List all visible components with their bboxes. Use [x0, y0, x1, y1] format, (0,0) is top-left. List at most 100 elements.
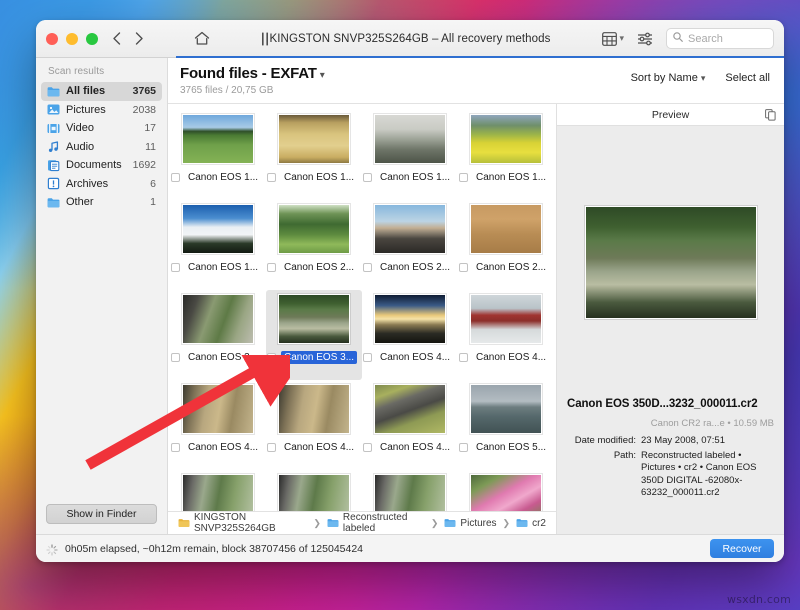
file-cell[interactable]: Canon EOS 4... — [170, 380, 266, 470]
grid-view-icon[interactable]: ▾ — [602, 32, 624, 46]
file-cell[interactable]: Canon EOS 2... — [266, 200, 362, 290]
file-cell[interactable]: Canon EOS 1... — [266, 110, 362, 200]
file-name: Canon EOS 4... — [185, 441, 261, 454]
breadcrumb-item[interactable]: Reconstructed labeled — [327, 512, 425, 534]
chevron-left-icon[interactable] — [112, 32, 121, 45]
sidebar-item-archives[interactable]: Archives6 — [41, 175, 162, 194]
file-cell[interactable]: Canon EOS 1... — [362, 110, 458, 200]
app-window: KINGSTON SNVP325S264GB – All recovery me… — [36, 20, 784, 562]
file-cell[interactable]: Canon EOS 4... — [362, 290, 458, 380]
chevron-down-icon: ▾ — [320, 70, 325, 81]
sidebar-item-video[interactable]: Video17 — [41, 119, 162, 138]
file-checkbox[interactable] — [459, 173, 468, 182]
breadcrumb-item[interactable]: Pictures — [444, 518, 496, 529]
close-button[interactable] — [46, 33, 58, 45]
file-cell[interactable]: Canon EOS 3... — [266, 290, 362, 380]
sidebar: Scan results All files3765Pictures2038Vi… — [36, 58, 168, 534]
sidebar-item-label: Other — [66, 196, 144, 208]
file-thumbnail[interactable] — [182, 294, 254, 344]
preview-file-name: Canon EOS 350D...3232_000011.cr2 — [557, 398, 784, 418]
file-cell[interactable]: Canon EOS 1... — [170, 200, 266, 290]
file-thumbnail[interactable] — [374, 294, 446, 344]
file-cell[interactable] — [266, 470, 362, 511]
page-title[interactable]: Found files - EXFAT▾ — [180, 65, 631, 82]
file-checkbox[interactable] — [267, 353, 276, 362]
file-caption: Canon EOS 4... — [362, 441, 458, 454]
file-cell[interactable]: Canon EOS 4... — [266, 380, 362, 470]
sidebar-item-pictures[interactable]: Pictures2038 — [41, 101, 162, 120]
file-cell[interactable]: Canon EOS 5... — [458, 380, 554, 470]
file-caption: Canon EOS 1... — [458, 171, 554, 184]
zoom-button[interactable] — [86, 33, 98, 45]
file-thumbnail[interactable] — [470, 384, 542, 434]
file-thumbnail[interactable] — [182, 384, 254, 434]
show-in-finder-button[interactable]: Show in Finder — [46, 504, 157, 524]
file-thumbnail[interactable] — [470, 204, 542, 254]
file-caption: Canon EOS 2... — [458, 261, 554, 274]
folder-icon — [516, 518, 528, 528]
file-checkbox[interactable] — [459, 263, 468, 272]
minimize-button[interactable] — [66, 33, 78, 45]
file-checkbox[interactable] — [363, 353, 372, 362]
file-checkbox[interactable] — [363, 173, 372, 182]
file-thumbnail[interactable] — [374, 474, 446, 511]
pause-icon[interactable] — [260, 32, 270, 46]
chevron-down-icon: ▾ — [619, 33, 624, 44]
file-thumbnail[interactable] — [374, 384, 446, 434]
file-checkbox[interactable] — [267, 443, 276, 452]
file-thumbnail[interactable] — [374, 114, 446, 164]
preview-path-value: Reconstructed labeled • Pictures • cr2 •… — [641, 450, 774, 500]
file-checkbox[interactable] — [171, 173, 180, 182]
copy-icon[interactable] — [765, 109, 776, 124]
file-name: Canon EOS 2... — [281, 261, 357, 274]
file-thumbnail[interactable] — [470, 294, 542, 344]
sidebar-item-all-files[interactable]: All files3765 — [41, 82, 162, 101]
file-cell[interactable]: Canon EOS 2... — [458, 200, 554, 290]
select-all-button[interactable]: Select all — [725, 72, 770, 84]
file-checkbox[interactable] — [267, 173, 276, 182]
file-thumbnail[interactable] — [374, 204, 446, 254]
breadcrumb-item[interactable]: KINGSTON SNVP325S264GB — [178, 512, 307, 534]
file-cell[interactable]: Canon EOS 1... — [458, 110, 554, 200]
file-cell[interactable] — [362, 470, 458, 511]
file-thumbnail[interactable] — [278, 204, 350, 254]
recover-button[interactable]: Recover — [710, 539, 774, 558]
file-thumbnail[interactable] — [182, 204, 254, 254]
file-checkbox[interactable] — [363, 263, 372, 272]
sidebar-item-other[interactable]: Other1 — [41, 193, 162, 212]
filter-sliders-icon[interactable] — [637, 32, 653, 46]
file-checkbox[interactable] — [171, 263, 180, 272]
file-cell[interactable]: Canon EOS 2... — [362, 200, 458, 290]
file-checkbox[interactable] — [171, 443, 180, 452]
file-thumbnail[interactable] — [182, 474, 254, 511]
file-cell[interactable]: Canon EOS 4... — [458, 290, 554, 380]
sidebar-item-documents[interactable]: Documents1692 — [41, 156, 162, 175]
file-cell[interactable] — [170, 470, 266, 511]
breadcrumb-item[interactable]: cr2 — [516, 518, 546, 529]
file-checkbox[interactable] — [363, 443, 372, 452]
chevron-right-icon[interactable] — [135, 32, 144, 45]
file-thumbnail[interactable] — [278, 384, 350, 434]
file-checkbox[interactable] — [459, 353, 468, 362]
file-checkbox[interactable] — [459, 443, 468, 452]
file-caption: Canon EOS 1... — [170, 261, 266, 274]
file-cell[interactable]: Canon EOS 4... — [362, 380, 458, 470]
search-box[interactable] — [666, 28, 774, 49]
sidebar-item-audio[interactable]: Audio11 — [41, 138, 162, 157]
file-thumbnail[interactable] — [470, 474, 542, 511]
file-cell[interactable] — [458, 470, 554, 511]
preview-title: Preview — [652, 109, 689, 121]
home-icon[interactable] — [194, 31, 210, 46]
file-checkbox[interactable] — [267, 263, 276, 272]
nav-buttons — [112, 31, 270, 46]
file-cell[interactable]: Canon EOS 3... — [170, 290, 266, 380]
file-cell[interactable]: Canon EOS 1... — [170, 110, 266, 200]
file-thumbnail[interactable] — [278, 114, 350, 164]
file-thumbnail[interactable] — [278, 294, 350, 344]
file-thumbnail[interactable] — [470, 114, 542, 164]
file-checkbox[interactable] — [171, 353, 180, 362]
sort-by-button[interactable]: Sort by Name▾ — [631, 72, 706, 84]
file-thumbnail[interactable] — [278, 474, 350, 511]
search-input[interactable] — [688, 33, 767, 45]
file-thumbnail[interactable] — [182, 114, 254, 164]
